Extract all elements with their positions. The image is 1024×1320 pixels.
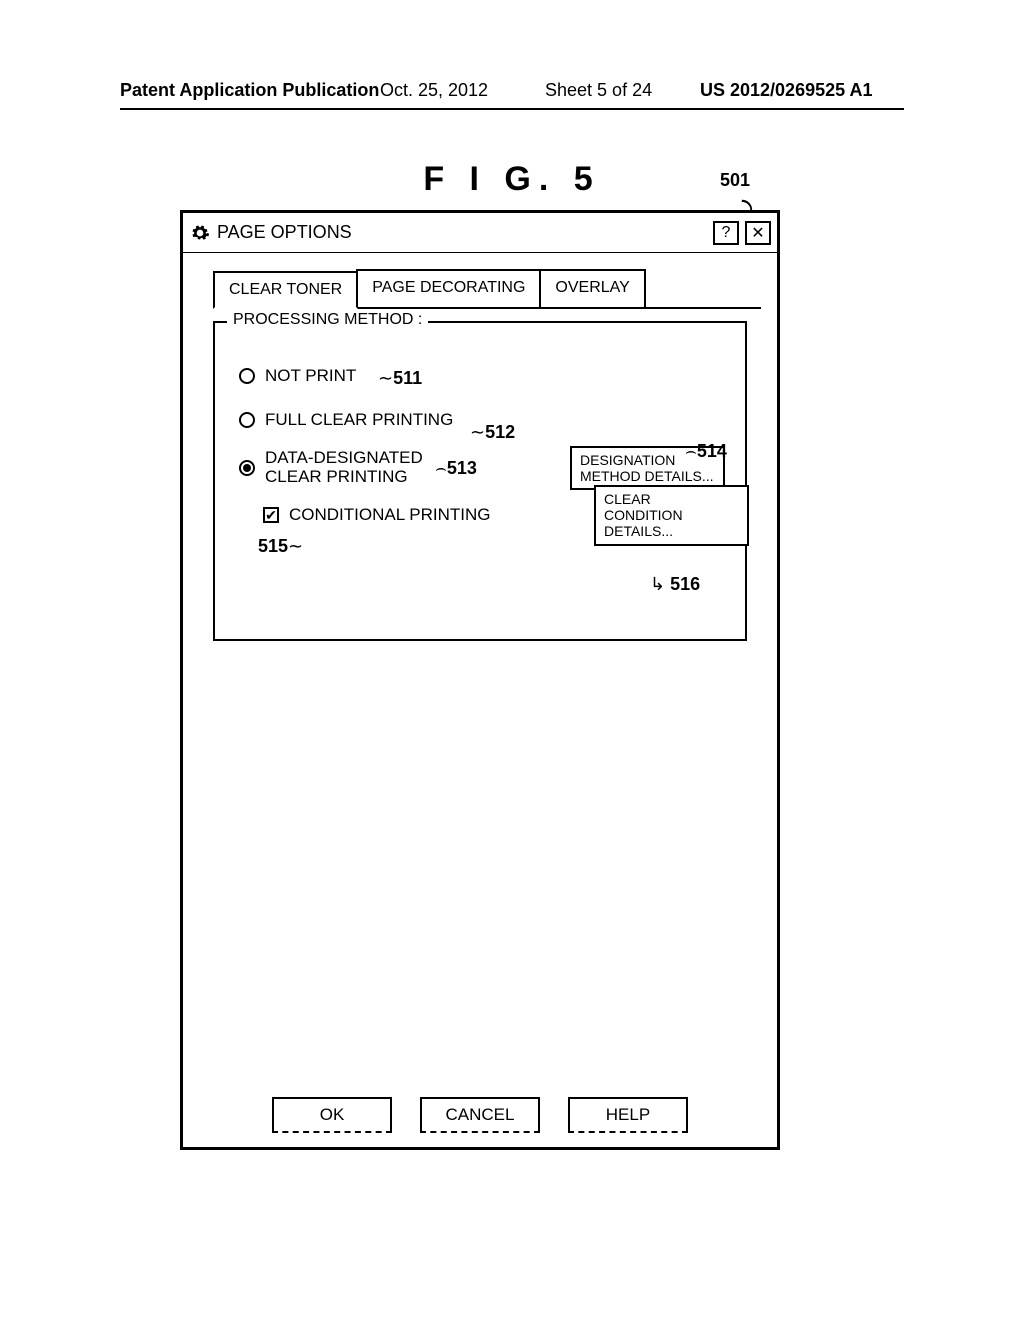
label-full-clear: FULL CLEAR PRINTING: [265, 411, 453, 430]
header-date: Oct. 25, 2012: [380, 80, 488, 101]
gear-icon: [189, 222, 211, 244]
label-not-print: NOT PRINT: [265, 367, 356, 386]
header-rule: [120, 108, 904, 110]
callout-513: ⌢513: [435, 458, 477, 479]
check-conditional[interactable]: [263, 507, 279, 523]
callout-516-text: 516: [670, 574, 700, 594]
help-button[interactable]: ?: [713, 221, 739, 245]
cancel-button[interactable]: CANCEL: [420, 1097, 540, 1133]
designation-details-l1: DESIGNATION: [580, 452, 675, 468]
callout-513-text: 513: [447, 458, 477, 478]
callout-515-text: 515: [258, 536, 288, 556]
clear-condition-details-button[interactable]: CLEAR CONDITION DETAILS...: [594, 485, 749, 545]
page-options-dialog: PAGE OPTIONS ? ✕ CLEAR TONER PAGE DECORA…: [180, 210, 780, 1150]
label-data-designated-l1: DATA-DESIGNATED: [265, 448, 423, 467]
option-conditional[interactable]: CONDITIONAL PRINTING CLEAR CONDITION DET…: [263, 500, 731, 530]
callout-511: ∼511: [378, 368, 422, 389]
figure-label: F I G. 5: [0, 160, 1024, 199]
titlebar: PAGE OPTIONS ? ✕: [183, 213, 777, 253]
callout-514: ⌢514: [685, 441, 727, 462]
callout-501: 501: [720, 170, 750, 191]
label-data-designated: DATA-DESIGNATED CLEAR PRINTING: [265, 449, 423, 486]
tab-overlay[interactable]: OVERLAY: [539, 269, 645, 307]
radio-data-designated[interactable]: [239, 460, 255, 476]
label-conditional: CONDITIONAL PRINTING: [289, 506, 491, 525]
callout-516: ↳ 516: [650, 574, 700, 595]
tab-clear-toner[interactable]: CLEAR TONER: [213, 271, 358, 309]
tab-row: CLEAR TONER PAGE DECORATING OVERLAY: [213, 269, 761, 309]
callout-514-text: 514: [697, 441, 727, 461]
option-data-designated[interactable]: DATA-DESIGNATED CLEAR PRINTING DESIGNATI…: [239, 449, 731, 486]
header-pubno: US 2012/0269525 A1: [700, 80, 872, 101]
header-sheet: Sheet 5 of 24: [545, 80, 652, 101]
callout-512-text: 512: [485, 422, 515, 442]
tab-page-decorating[interactable]: PAGE DECORATING: [356, 269, 541, 307]
close-button[interactable]: ✕: [745, 221, 771, 245]
radio-full-clear[interactable]: [239, 412, 255, 428]
clear-condition-l1: CLEAR: [604, 491, 651, 507]
callout-511-text: 511: [393, 368, 422, 388]
header-publication: Patent Application Publication: [120, 80, 379, 101]
help-button-bottom[interactable]: HELP: [568, 1097, 688, 1133]
callout-512: ∼512: [470, 422, 515, 443]
label-data-designated-l2: CLEAR PRINTING: [265, 467, 408, 486]
button-bar: OK CANCEL HELP: [183, 1097, 777, 1133]
designation-details-l2: METHOD DETAILS...: [580, 468, 714, 484]
ok-button[interactable]: OK: [272, 1097, 392, 1133]
group-legend: PROCESSING METHOD :: [227, 311, 428, 329]
radio-not-print[interactable]: [239, 368, 255, 384]
option-not-print[interactable]: NOT PRINT: [239, 361, 731, 391]
callout-515: 515∼: [258, 536, 303, 557]
clear-condition-l2: CONDITION DETAILS...: [604, 507, 683, 539]
dialog-title: PAGE OPTIONS: [217, 222, 707, 243]
